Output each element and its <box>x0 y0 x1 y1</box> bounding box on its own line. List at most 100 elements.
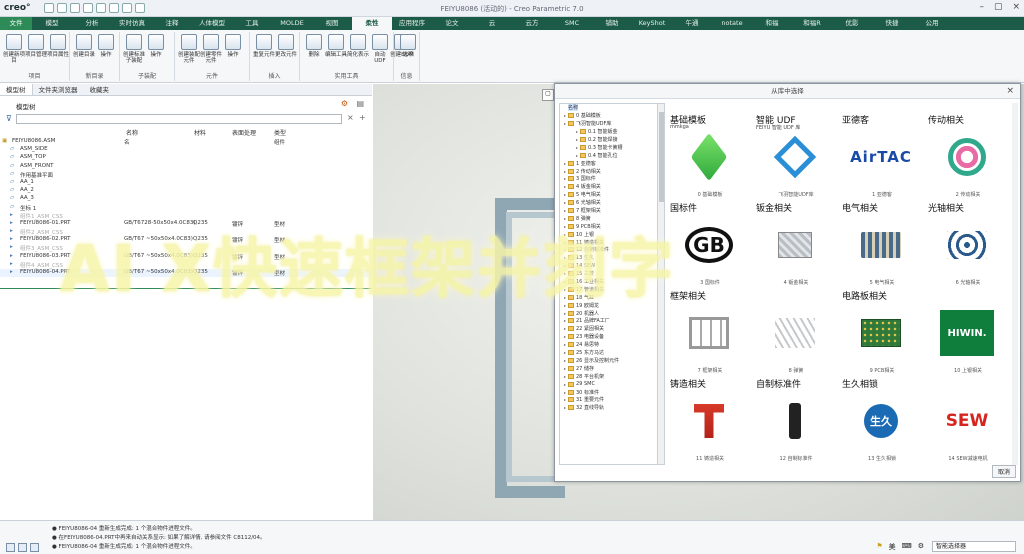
ribbon-button-2-1[interactable]: 操作 <box>144 34 168 58</box>
library-card[interactable]: 基础模板 mmkga 0 基础模板 <box>670 113 756 201</box>
selection-filter[interactable]: 智能选择器 <box>932 541 1016 552</box>
tree-row[interactable]: ▱ 作用基准平面 <box>0 171 372 179</box>
library-tree-item[interactable]: ▸ 14 SEW <box>560 262 658 270</box>
library-tree-item[interactable]: ▸ 11 铸造相关 <box>560 238 658 246</box>
maximize-icon[interactable]: ▢ <box>994 2 1003 12</box>
tree-row[interactable]: ▱ AA_2 <box>0 187 372 195</box>
scroll-thumb[interactable] <box>659 112 664 202</box>
ribbon-tab-4[interactable]: 注释 <box>152 17 192 30</box>
ribbon-tab-15[interactable]: 铺助 <box>592 17 632 30</box>
tree-row[interactable]: ▸ 组件3_ASM_CSS <box>0 244 372 252</box>
tree-row[interactable]: ▱ 坐标 1 <box>0 204 372 212</box>
library-tree-item[interactable]: ▸ 13 生久 <box>560 254 658 262</box>
library-tree-item[interactable]: ▸ 20 机器人 <box>560 309 658 317</box>
open-icon[interactable] <box>57 3 67 13</box>
settings-icon[interactable]: ⚙ <box>918 542 924 552</box>
library-card[interactable]: SEW 14 SEW减速电机 <box>928 377 1014 465</box>
library-tree-item[interactable]: ▸ 23 电器设备 <box>560 333 658 341</box>
library-card[interactable]: 8 弹簧 <box>756 289 842 377</box>
ribbon-tab-23[interactable]: 公用 <box>912 17 952 30</box>
new-icon[interactable] <box>44 3 54 13</box>
ribbon-tab-7[interactable]: MOLDE <box>272 17 312 30</box>
column-name[interactable]: 名称 <box>126 128 138 137</box>
library-tree-item[interactable]: ▸ 4 钣金相关 <box>560 183 658 191</box>
tree-row[interactable]: ▱ ASM_FRONT <box>0 163 372 171</box>
ribbon-tab-14[interactable]: SMC <box>552 17 592 30</box>
library-tree-item[interactable]: ▸ 21 品牌FA工厂 <box>560 317 658 325</box>
ribbon-tab-20[interactable]: 和福R <box>792 17 832 30</box>
ribbon-button-4-1[interactable]: 更改元件 <box>274 34 298 58</box>
library-tree-item[interactable]: ▸ 10 上银 <box>560 230 658 238</box>
lang-indicator[interactable]: 美 <box>889 542 896 552</box>
library-tree-scrollbar[interactable] <box>657 103 665 465</box>
search-clear-icon[interactable]: × <box>347 113 354 122</box>
library-grid-scrollbar[interactable] <box>1012 103 1018 465</box>
library-tree-item[interactable]: ▸ 30 标准件 <box>560 388 658 396</box>
library-tree-item[interactable]: ▸ 飞羽智能UDF库 <box>560 120 658 128</box>
library-card[interactable]: 自制标准件 12 自制标准件 <box>756 377 842 465</box>
library-card[interactable]: 传动相关 2 传动相关 <box>928 113 1014 201</box>
tree-row[interactable]: ▱ ASM_TOP <box>0 154 372 162</box>
ribbon-button-4-0[interactable]: 重复元件 <box>252 34 276 58</box>
ribbon-tab-9[interactable]: 柔性 <box>352 17 392 30</box>
tree-settings-icon[interactable]: ⚙ <box>341 99 348 108</box>
minimize-icon[interactable]: – <box>979 2 984 12</box>
tree-row[interactable]: ▱ AA_3 <box>0 195 372 203</box>
tree-row[interactable]: ▸ FEIYU8086-03.PRT GB/T67 ~50x50x4.0C83) Q2… <box>0 253 372 261</box>
tree-row[interactable]: ▸ 组件2_ASM_CSS <box>0 228 372 236</box>
library-card[interactable]: 电路板相关 9 PCB相关 <box>842 289 928 377</box>
library-card[interactable]: 亚德客 AirTAC 1 亚德客 <box>842 113 928 201</box>
library-tree-item[interactable]: ▸ 12 自制标准件 <box>560 246 658 254</box>
tree-row[interactable]: ▸ FEIYU8086-02.PRT GB/T67 ~50x50x4.0C83) Q2… <box>0 236 372 244</box>
library-tree-item[interactable]: ▸ 22 紧固相关 <box>560 325 658 333</box>
library-card[interactable]: 智能 UDF FEIYU 智能 UDF 库飞羽智能UDF库 <box>756 113 842 201</box>
ribbon-tab-22[interactable]: 快捷 <box>872 17 912 30</box>
window-icon[interactable] <box>122 3 132 13</box>
library-tree-item[interactable]: ▸ 6 光轴相关 <box>560 199 658 207</box>
nav-toggle-icon[interactable] <box>6 543 15 552</box>
tree-row[interactable]: ▸ FEIYU8086-01.PRT GB/T6728-50x50x4.0C83) Q… <box>0 220 372 228</box>
library-tree-item[interactable]: ▸ 26 显示及控制元件 <box>560 357 658 365</box>
flag-icon[interactable]: ⚑ <box>876 542 882 552</box>
dialog-close-icon[interactable]: × <box>1006 84 1014 99</box>
library-tree-item[interactable]: ▸ 0.4 智能孔位 <box>560 151 658 159</box>
library-card[interactable]: 钣金相关 4 钣金相关 <box>756 201 842 289</box>
ribbon-tab-11[interactable]: 论文 <box>432 17 472 30</box>
library-tree-item[interactable]: ▸ 8 弹簧 <box>560 214 658 222</box>
ribbon-button-1-0[interactable]: 创建目录 <box>72 34 96 58</box>
ribbon-tab-1[interactable]: 模型 <box>32 17 72 30</box>
ribbon-tab-19[interactable]: 和福 <box>752 17 792 30</box>
library-tree-item[interactable]: ▸ 19 欧姆龙 <box>560 301 658 309</box>
tree-row[interactable]: ▣ FEIYU8086.ASM 名 组件 <box>0 138 372 146</box>
ribbon-tab-6[interactable]: 工具 <box>232 17 272 30</box>
column-material[interactable]: 材料 <box>194 128 206 137</box>
navigator-tab-1[interactable]: 文件夹浏览器 <box>33 84 84 95</box>
library-tree-item[interactable]: ▸ 0.2 智能焊接 <box>560 136 658 144</box>
add-filter-icon[interactable]: + <box>359 113 366 122</box>
ribbon-button-6-0[interactable]: 选项 <box>396 34 420 58</box>
library-tree-item[interactable]: ▸ 0.1 智能钣金 <box>560 128 658 136</box>
ribbon-button-3-0[interactable]: 创建装配元件 <box>177 34 201 64</box>
regenerate-icon[interactable] <box>109 3 119 13</box>
library-tree-item[interactable]: ▸ 9 PCB相关 <box>560 222 658 230</box>
navigator-tab-0[interactable]: 模型树 <box>0 84 33 95</box>
library-card[interactable]: HIWIN. 10 上银相关 <box>928 289 1014 377</box>
library-tree-item[interactable]: ▸ 2 传动相关 <box>560 167 658 175</box>
ribbon-tab-2[interactable]: 分析 <box>72 17 112 30</box>
tree-row[interactable]: ▱ ASM_SIDE <box>0 146 372 154</box>
column-finish[interactable]: 表面处理 <box>232 128 256 137</box>
viewport-float-icon[interactable]: ▢ <box>542 89 554 101</box>
tree-row[interactable]: ▱ AA_1 <box>0 179 372 187</box>
library-tree-item[interactable]: ▸ 5 电气相关 <box>560 191 658 199</box>
ribbon-tab-0[interactable]: 文件 <box>0 17 32 30</box>
ribbon-button-3-2[interactable]: 操作 <box>221 34 245 58</box>
column-type[interactable]: 类型 <box>274 128 286 137</box>
ribbon-button-5-3[interactable]: 自动 UDF <box>368 34 392 64</box>
ribbon-tab-5[interactable]: 人体模型 <box>192 17 232 30</box>
library-card[interactable]: 光轴相关 6 光轴相关 <box>928 201 1014 289</box>
library-tree-item[interactable]: ▸ 7 框架相关 <box>560 207 658 215</box>
ribbon-tab-13[interactable]: 云方 <box>512 17 552 30</box>
library-card[interactable]: 国标件 GB 3 国标件 <box>670 201 756 289</box>
keyboard-icon[interactable]: ⌨ <box>902 542 912 552</box>
ribbon-button-5-2[interactable]: 简化表示 <box>346 34 370 58</box>
